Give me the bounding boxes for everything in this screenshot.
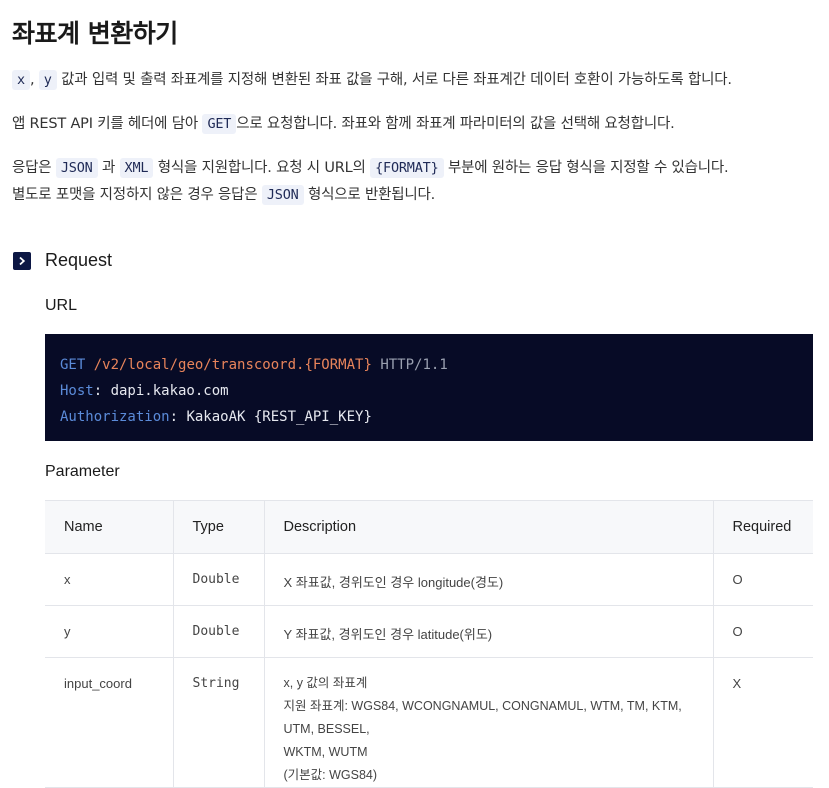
code-format: {FORMAT} xyxy=(370,158,444,178)
code-x: x xyxy=(12,70,30,90)
code-json-2: JSON xyxy=(261,185,304,205)
param-description-line: 지원 좌표계: WGS84, WCONGNAMUL, CONGNAMUL, WT… xyxy=(283,699,682,736)
chevron-right-icon xyxy=(13,251,31,270)
param-type: Double xyxy=(172,605,264,658)
param-description-line: (기본값: WGS84) xyxy=(283,768,378,782)
auth-suffix: 으로 요청합니다. 좌표와 함께 좌표계 파라미터의 값을 선택해 요청합니다. xyxy=(236,116,675,132)
table-header-row: Name Type Description Required xyxy=(45,500,813,554)
parameter-table: Name Type Description Required x Double … xyxy=(45,500,813,788)
param-required: O xyxy=(712,553,813,606)
code-y: y xyxy=(38,70,57,90)
code-auth-key: Authorization xyxy=(60,409,170,425)
request-heading: Request xyxy=(13,250,112,271)
response-prefix: 응답은 xyxy=(12,160,52,176)
column-header-description: Description xyxy=(263,500,713,554)
param-required: O xyxy=(712,605,813,658)
param-description: x, y 값의 좌표계 지원 좌표계: WGS84, WCONGNAMUL, C… xyxy=(263,657,713,788)
url-code-block: GET /v2/local/geo/transcoord.{FORMAT} HT… xyxy=(45,334,813,441)
code-json: JSON xyxy=(55,158,98,178)
param-type: Double xyxy=(172,553,264,606)
param-type: String xyxy=(172,657,264,788)
response-suffix: 부분에 원하는 응답 형식을 지정할 수 있습니다. xyxy=(447,160,729,176)
param-description: X 좌표값, 경위도인 경우 longitude(경도) xyxy=(263,553,713,606)
auth-paragraph: 앱 REST API 키를 헤더에 담아 GET 으로 요청합니다. 좌표와 함께… xyxy=(12,111,675,138)
column-header-name: Name xyxy=(45,500,173,554)
intro-text: 값과 입력 및 출력 좌표계를 지정해 변환된 좌표 값을 구해, 서로 다른 … xyxy=(61,72,732,88)
param-description: Y 좌표값, 경위도인 경우 latitude(위도) xyxy=(263,605,713,658)
response-and: 과 xyxy=(101,160,116,176)
parameter-heading: Parameter xyxy=(45,463,120,480)
code-get: GET xyxy=(202,114,237,134)
code-host-key: Host xyxy=(60,383,94,399)
code-xml: XML xyxy=(119,158,154,178)
auth-prefix: 앱 REST API 키를 헤더에 담아 xyxy=(12,116,199,132)
response-mid: 형식을 지원합니다. 요청 시 URL의 xyxy=(157,160,366,176)
page: 좌표계 변환하기 x, y 값과 입력 및 출력 좌표계를 지정해 변환된 좌표… xyxy=(0,0,829,788)
column-header-required: Required xyxy=(712,500,813,554)
code-method: GET xyxy=(60,357,86,373)
param-description-line: WKTM, WUTM xyxy=(283,745,368,759)
response-line2-prefix: 별도로 포맷을 지정하지 않은 경우 응답은 xyxy=(12,187,258,203)
url-heading: URL xyxy=(45,297,78,314)
param-name: input_coord xyxy=(45,657,173,788)
request-title: Request xyxy=(45,250,113,270)
param-name: y xyxy=(45,605,173,658)
param-required: X xyxy=(712,657,813,788)
response-line2-suffix: 형식으로 반환됩니다. xyxy=(308,187,436,203)
param-description-line: x, y 값의 좌표계 xyxy=(283,676,368,690)
code-auth-value: KakaoAK {REST_API_KEY} xyxy=(186,409,372,425)
intro-comma: , xyxy=(29,72,35,88)
code-format-token: {FORMAT} xyxy=(304,357,372,373)
table-row: x Double X 좌표값, 경위도인 경우 longitude(경도) O xyxy=(45,553,813,606)
response-paragraph: 응답은 JSON 과 XML 형식을 지원합니다. 요청 시 URL의 {FOR… xyxy=(12,155,729,209)
code-host-value: dapi.kakao.com xyxy=(110,383,229,399)
param-name: x xyxy=(45,553,173,606)
intro-paragraph: x, y 값과 입력 및 출력 좌표계를 지정해 변환된 좌표 값을 구해, 서… xyxy=(12,67,732,94)
code-path: /v2/local/geo/transcoord. xyxy=(93,357,305,373)
table-row: y Double Y 좌표값, 경위도인 경우 latitude(위도) O xyxy=(45,605,813,658)
page-title: 좌표계 변환하기 xyxy=(12,19,178,48)
column-header-type: Type xyxy=(172,500,264,554)
code-protocol: HTTP/1.1 xyxy=(380,357,448,373)
table-row: input_coord String x, y 값의 좌표계 지원 좌표계: W… xyxy=(45,657,813,788)
